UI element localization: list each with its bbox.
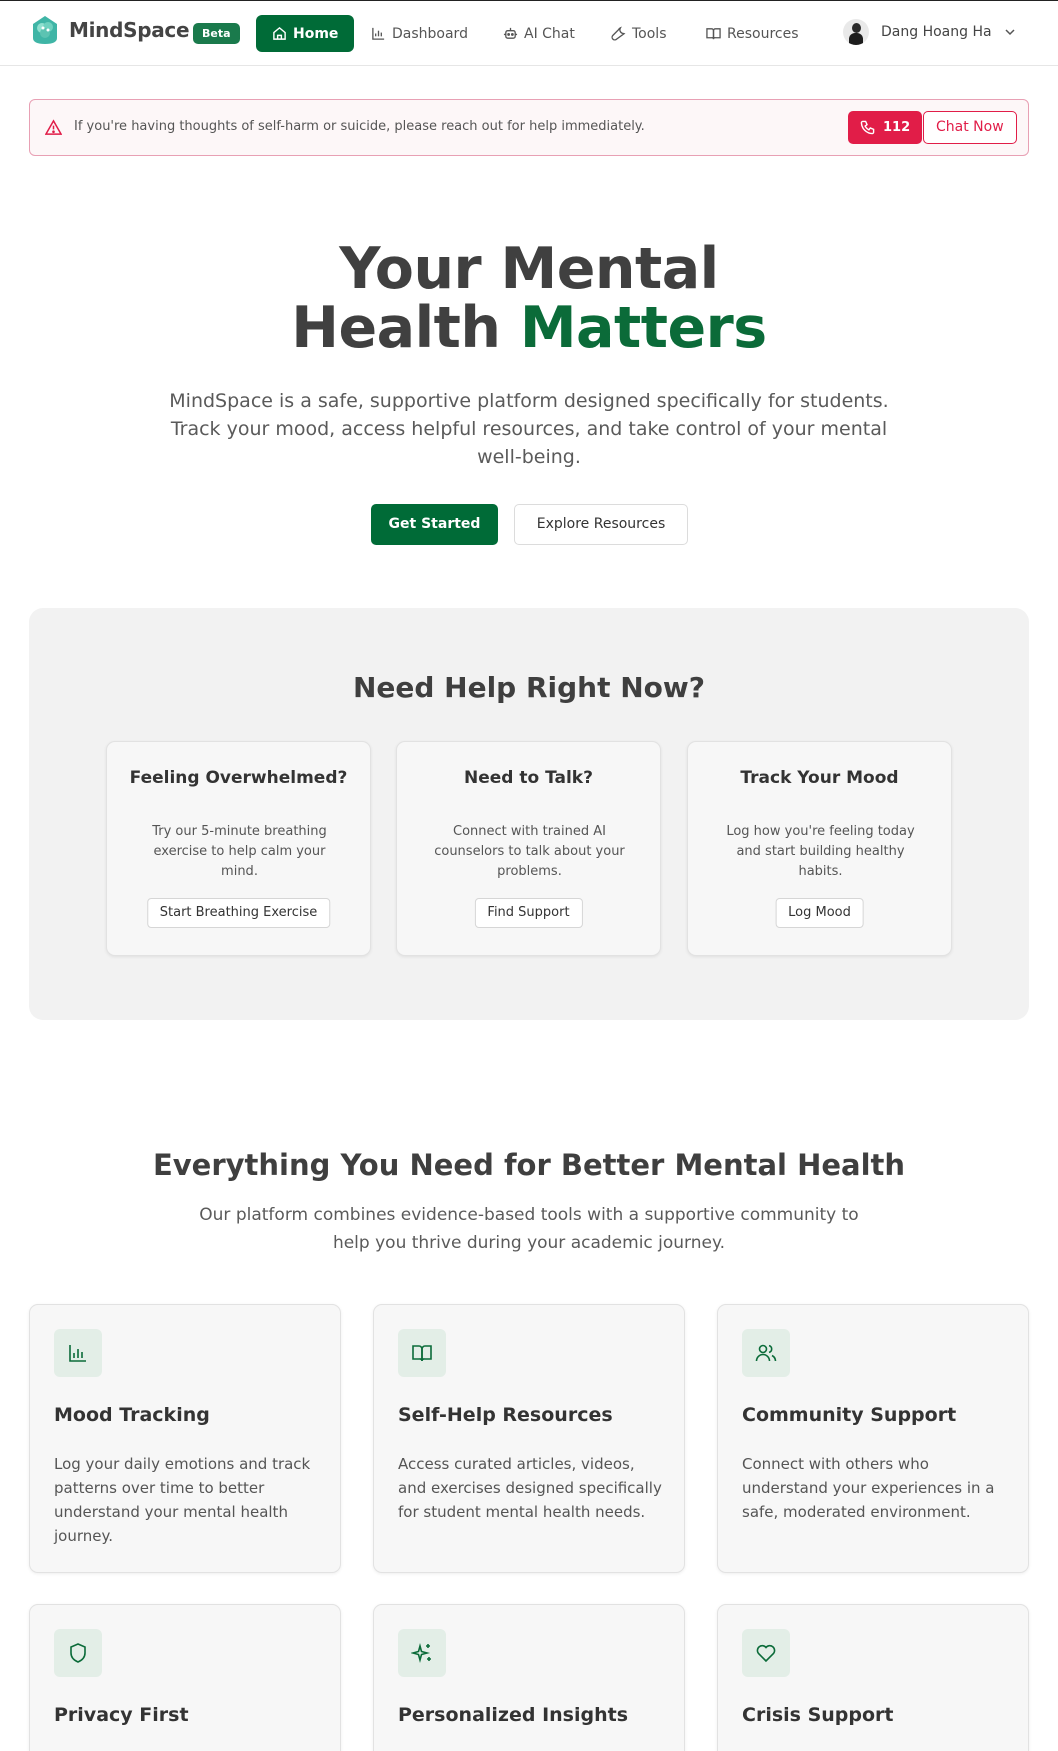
help-now-section: Need Help Right Now? Feeling Overwhelmed… [29, 608, 1029, 1020]
nav-tools[interactable]: Tools [595, 15, 683, 52]
help-card-text: Try our 5-minute breathing exercise to h… [152, 824, 327, 879]
wrench-icon [611, 26, 626, 41]
top-navbar: MindSpace Beta Home Dashboard AI Chat To… [0, 1, 1058, 66]
hero-title: Your Mental Health Matters [0, 240, 1058, 358]
brain-logo-icon [33, 16, 57, 44]
call-emergency-button[interactable]: 112 [848, 111, 923, 144]
crisis-message: If you're having thoughts of self-harm o… [74, 119, 645, 134]
feature-title: Community Support [742, 1404, 957, 1426]
get-started-button[interactable]: Get Started [371, 504, 498, 545]
beta-badge: Beta [193, 23, 240, 44]
nav-dashboard-label: Dashboard [392, 25, 468, 42]
bar-chart-icon [69, 1345, 86, 1362]
chevron-down-icon [1005, 29, 1015, 36]
feature-card-privacy: Privacy First [29, 1604, 341, 1751]
feature-title: Privacy First [54, 1704, 189, 1726]
nav-ai-chat-label: AI Chat [524, 25, 575, 42]
feature-card-community: Community Support Connect with others wh… [717, 1304, 1029, 1573]
home-icon [273, 26, 286, 40]
book-icon [412, 1345, 432, 1362]
nav-home-label: Home [293, 25, 339, 42]
find-support-button[interactable]: Find Support [474, 898, 583, 928]
logo[interactable]: MindSpace [29, 14, 190, 46]
book-icon [706, 28, 721, 40]
help-card-text: Log how you're feeling today and start b… [726, 824, 915, 879]
feature-card-mood-tracking: Mood Tracking Log your daily emotions an… [29, 1304, 341, 1573]
help-card-text: Connect with trained AI counselors to ta… [434, 824, 625, 879]
help-card-mood: Track Your Mood Log how you're feeling t… [687, 741, 952, 956]
feature-card-crisis: Crisis Support [717, 1604, 1029, 1751]
sparkles-icon [411, 1642, 431, 1664]
start-breathing-button[interactable]: Start Breathing Exercise [146, 898, 331, 928]
users-icon [755, 1344, 777, 1362]
help-card-title: Need to Talk? [464, 768, 593, 788]
explore-resources-button[interactable]: Explore Resources [514, 504, 688, 545]
shield-icon [70, 1643, 86, 1663]
feature-title: Self-Help Resources [398, 1404, 613, 1426]
hero-title-line1: Your Mental [339, 236, 719, 302]
help-card-title: Feeling Overwhelmed? [129, 768, 348, 788]
nav-tools-label: Tools [632, 25, 667, 42]
app-name: MindSpace [69, 18, 190, 42]
log-mood-button[interactable]: Log Mood [775, 898, 864, 928]
bot-icon [503, 27, 518, 39]
help-card-title: Track Your Mood [740, 768, 899, 788]
alert-triangle-icon [45, 119, 62, 135]
feature-text: Connect with others who understand your … [742, 1455, 995, 1521]
features-subtitle: Our platform combines evidence-based too… [199, 1205, 859, 1253]
crisis-banner: If you're having thoughts of self-harm o… [29, 99, 1029, 156]
hero-subtitle: MindSpace is a safe, supportive platform… [169, 390, 889, 468]
nav-home[interactable]: Home [256, 15, 355, 52]
features-title: Everything You Need for Better Mental He… [152, 1148, 906, 1182]
feature-text: Access curated articles, videos, and exe… [398, 1455, 662, 1521]
user-menu[interactable]: Dang Hoang Ha [843, 19, 1016, 45]
nav-ai-chat[interactable]: AI Chat [487, 15, 591, 52]
hero-title-line2: Health [291, 295, 520, 361]
hero-title-accent: Matters [519, 295, 767, 361]
chat-now-button[interactable]: Chat Now [923, 111, 1017, 144]
feature-text: Log your daily emotions and track patter… [54, 1455, 311, 1545]
user-name: Dang Hoang Ha [881, 24, 992, 40]
nav-resources-label: Resources [727, 25, 799, 42]
help-section-title: Need Help Right Now? [352, 671, 706, 704]
nav-resources[interactable]: Resources [690, 15, 815, 52]
heart-icon [756, 1644, 776, 1663]
feature-title: Mood Tracking [54, 1404, 210, 1426]
feature-card-self-help: Self-Help Resources Access curated artic… [373, 1304, 685, 1573]
feature-title: Crisis Support [742, 1704, 894, 1726]
bar-chart-icon [372, 27, 385, 40]
help-card-talk: Need to Talk? Connect with trained AI co… [396, 741, 661, 956]
nav-dashboard[interactable]: Dashboard [355, 15, 484, 52]
call-number: 112 [883, 120, 911, 135]
help-card-overwhelmed: Feeling Overwhelmed? Try our 5-minute br… [106, 741, 371, 956]
feature-title: Personalized Insights [398, 1704, 629, 1726]
phone-icon [860, 120, 875, 135]
feature-card-insights: Personalized Insights [373, 1604, 685, 1751]
avatar [843, 19, 869, 45]
